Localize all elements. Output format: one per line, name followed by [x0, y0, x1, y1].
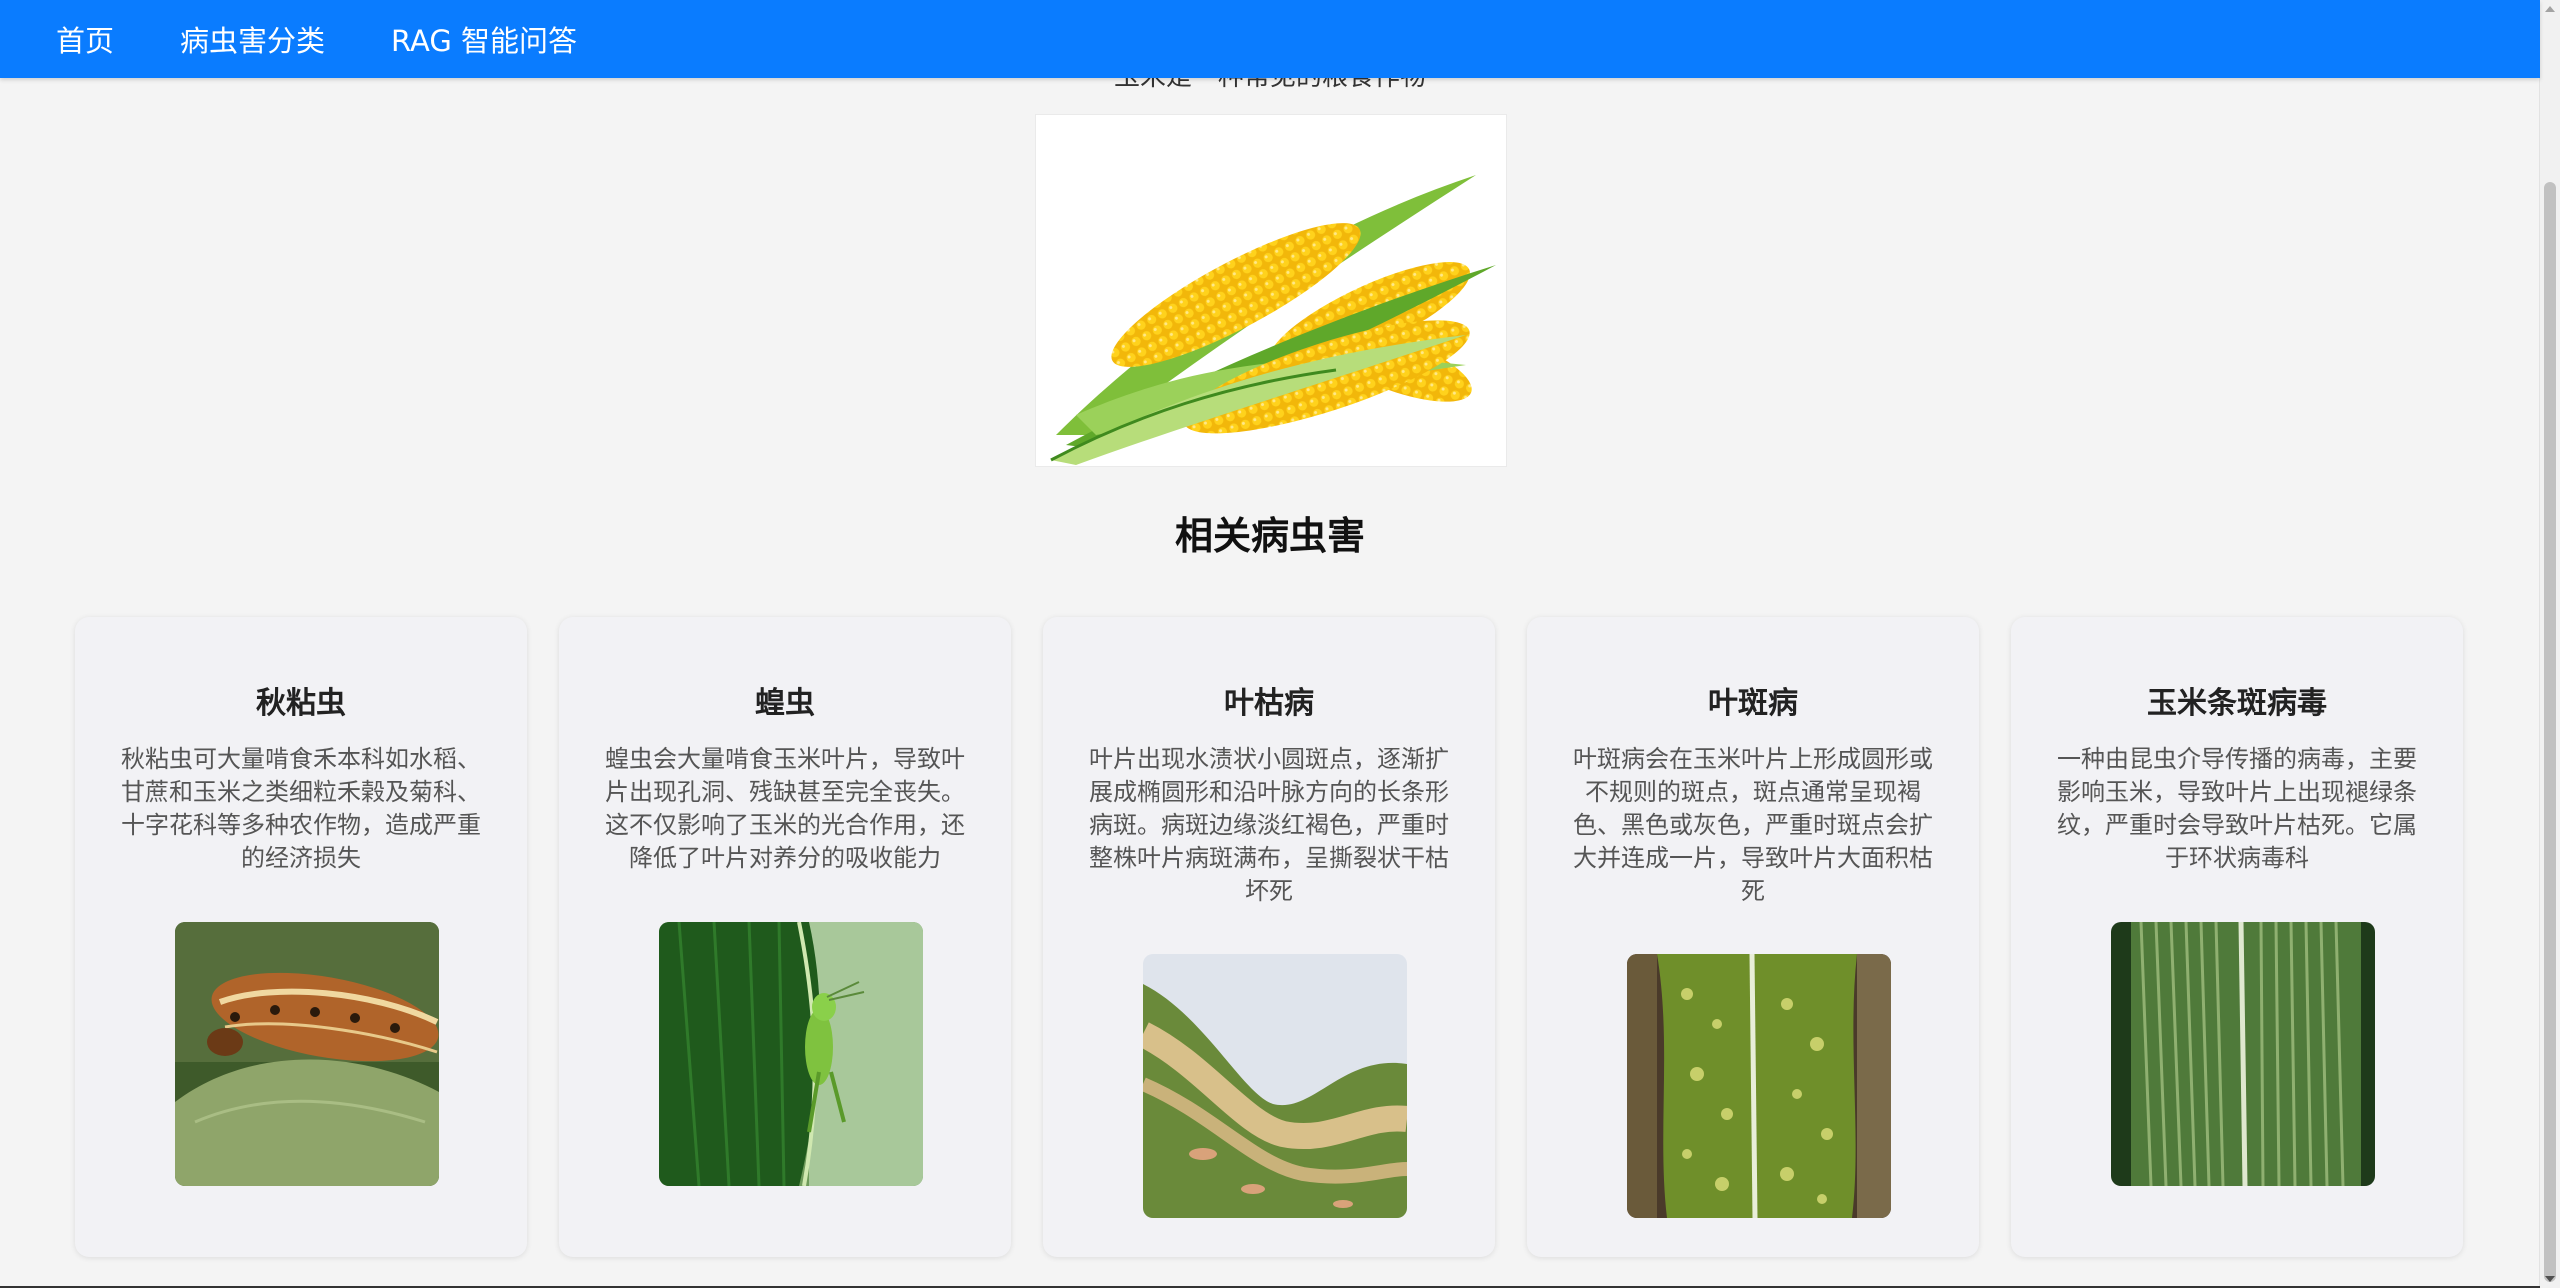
pest-card-title: 玉米条斑病毒: [2147, 686, 2327, 721]
page-scrollbar[interactable]: [2539, 0, 2560, 1288]
corn-hero-image: [1035, 114, 1507, 467]
pest-card-title: 叶斑病: [1708, 686, 1798, 721]
pest-card-description: 叶片出现水渍状小圆斑点，逐渐扩展成椭圆形和沿叶脉方向的长条形病斑。病斑边缘淡红褐…: [1089, 745, 1449, 905]
scroll-thumb[interactable]: [2544, 182, 2556, 1282]
nav-item-home[interactable]: 首页: [56, 18, 114, 60]
top-navbar: 首页 病虫害分类 RAG 智能问答: [0, 0, 2540, 78]
scroll-up-icon[interactable]: [2545, 6, 2555, 12]
pest-card-title: 叶枯病: [1224, 686, 1314, 721]
armyworm-image: [175, 922, 439, 1186]
pest-card-title: 蝗虫: [755, 686, 815, 721]
pest-card[interactable]: 叶枯病 叶片出现水渍状小圆斑点，逐渐扩展成椭圆形和沿叶脉方向的长条形病斑。病斑边…: [1043, 617, 1495, 1257]
pest-card[interactable]: 玉米条斑病毒 一种由昆虫介导传播的病毒，主要影响玉米，导致叶片上出现褪绿条纹，严…: [2011, 617, 2463, 1257]
nav-item-pest-classification[interactable]: 病虫害分类: [180, 18, 325, 60]
leaf-blight-image: [1143, 954, 1407, 1218]
pest-card-title: 秋粘虫: [256, 686, 346, 721]
pest-card-description: 叶斑病会在玉米叶片上形成圆形或不规则的斑点，斑点通常呈现褐色、黑色或灰色，严重时…: [1573, 745, 1933, 905]
pest-card-description: 一种由昆虫介导传播的病毒，主要影响玉米，导致叶片上出现褪绿条纹，严重时会导致叶片…: [2057, 745, 2417, 872]
locust-image: [659, 922, 923, 1186]
nav-item-rag-qa[interactable]: RAG 智能问答: [391, 18, 577, 60]
related-pests-heading: 相关病虫害: [1174, 514, 1365, 558]
pest-card[interactable]: 秋粘虫 秋粘虫可大量啃食禾本科如水稻、甘蔗和玉米之类细粒禾榖及菊科、十字花科等多…: [75, 617, 527, 1257]
leaf-spot-image: [1627, 954, 1891, 1218]
scroll-down-icon[interactable]: [2545, 1276, 2555, 1282]
pest-card-description: 秋粘虫可大量啃食禾本科如水稻、甘蔗和玉米之类细粒禾榖及菊科、十字花科等多种农作物…: [121, 745, 481, 872]
maize-streak-virus-image: [2111, 922, 2375, 1186]
pest-card[interactable]: 蝗虫 蝗虫会大量啃食玉米叶片，导致叶片出现孔洞、残缺甚至完全丧失。这不仅影响了玉…: [559, 617, 1011, 1257]
pest-card-description: 蝗虫会大量啃食玉米叶片，导致叶片出现孔洞、残缺甚至完全丧失。这不仅影响了玉米的光…: [605, 745, 965, 872]
pest-card[interactable]: 叶斑病 叶斑病会在玉米叶片上形成圆形或不规则的斑点，斑点通常呈现褐色、黑色或灰色…: [1527, 617, 1979, 1257]
